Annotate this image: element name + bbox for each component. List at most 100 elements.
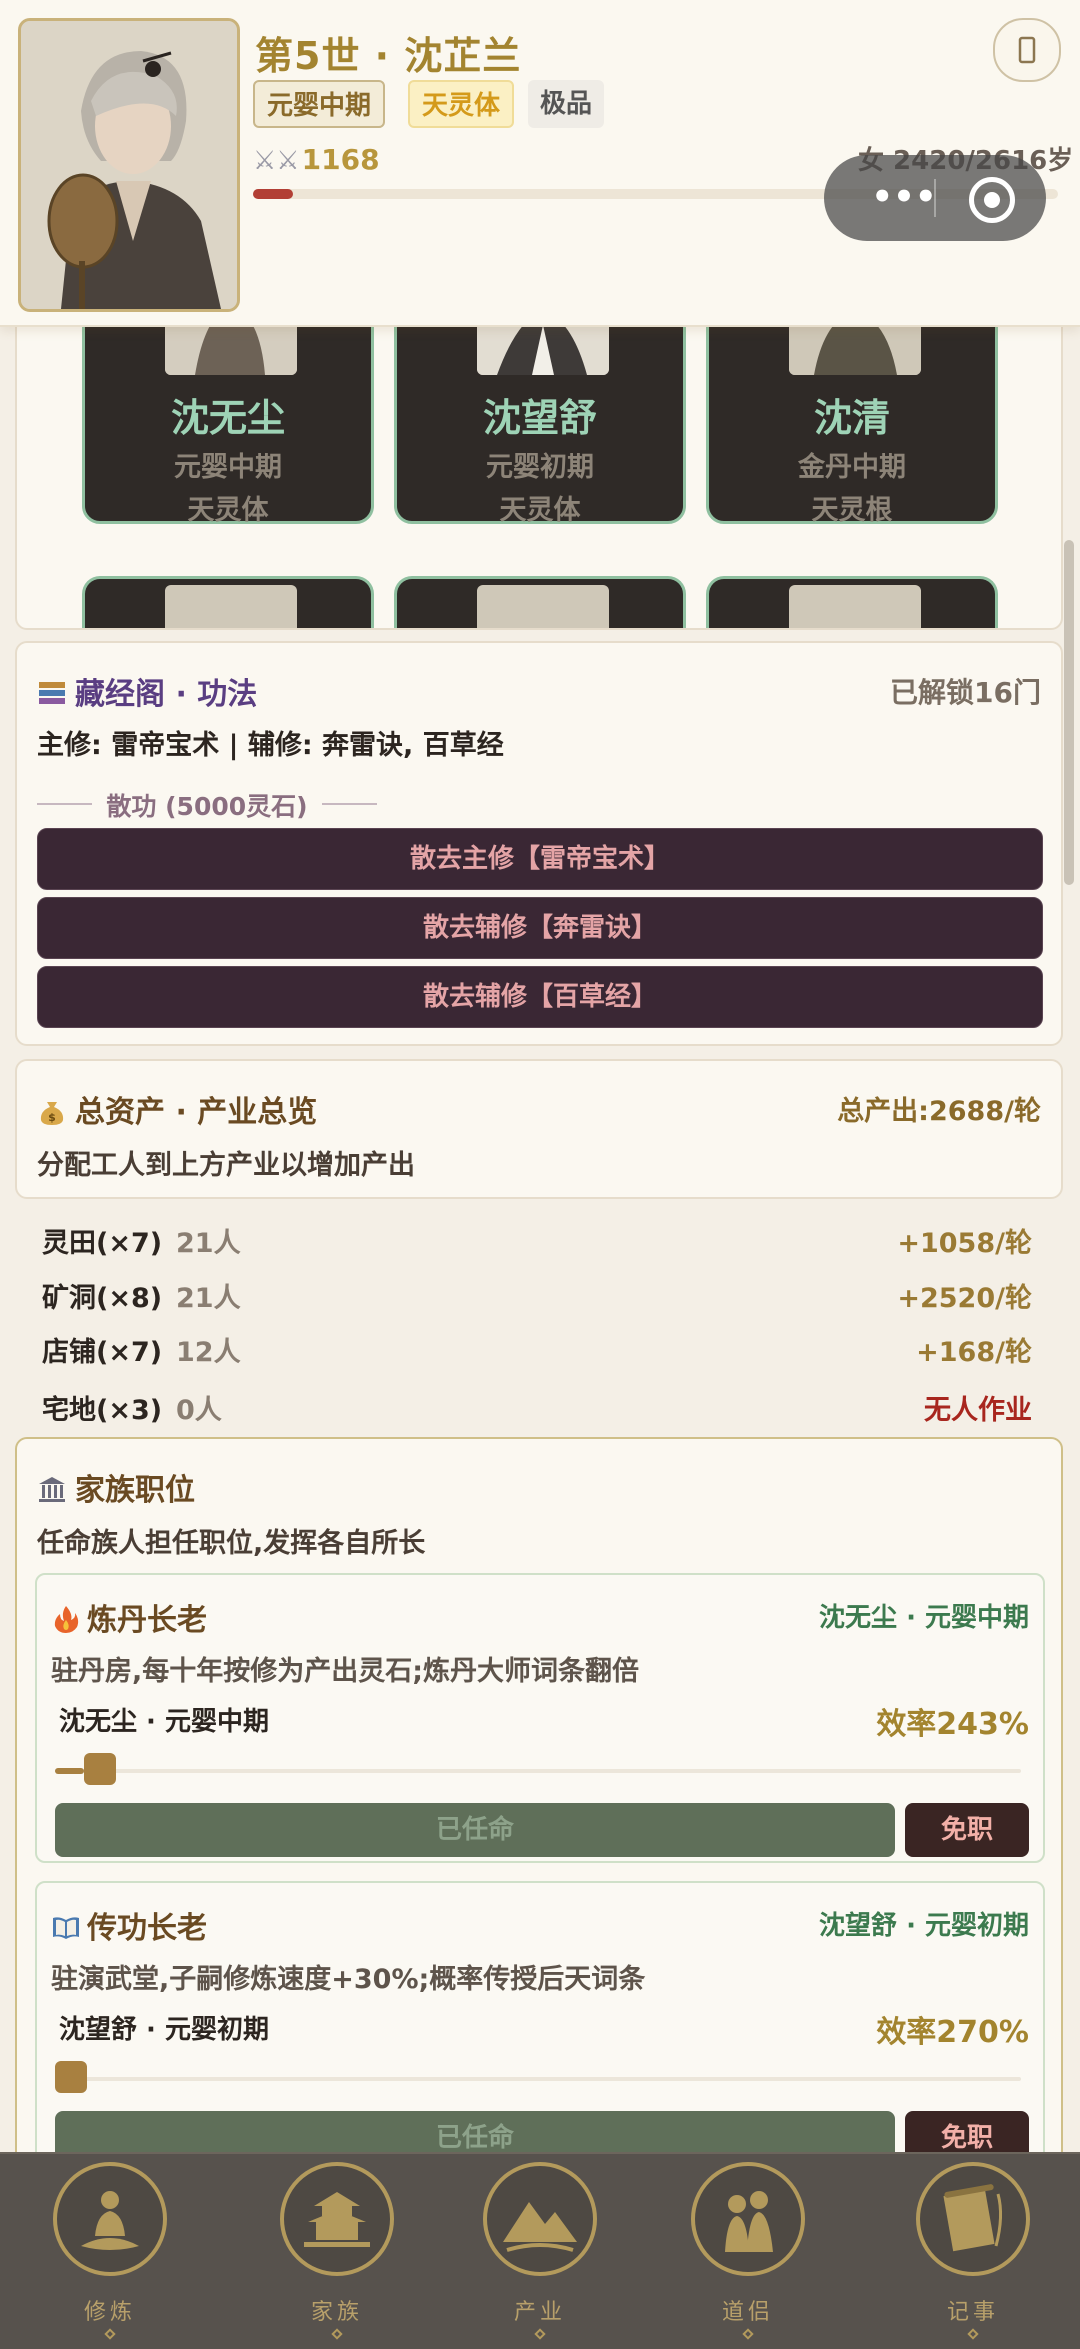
library-title-text: 藏经阁 · 功法 bbox=[75, 677, 258, 712]
nav-item-cultivate[interactable]: 修炼 bbox=[45, 2158, 175, 2348]
books-icon bbox=[39, 682, 65, 704]
slider-thumb[interactable] bbox=[55, 2061, 87, 2093]
member-portrait bbox=[165, 585, 297, 628]
nav-diamond-marker bbox=[534, 2328, 546, 2340]
fire-icon bbox=[54, 1606, 79, 1633]
candidate-select[interactable]: 沈无尘 · 元婴中期 bbox=[59, 1701, 269, 1738]
industry-row[interactable]: 矿洞(×8) 21人 +2520/轮 bbox=[42, 1268, 1042, 1318]
candidate-select[interactable]: 沈望舒 · 元婴初期 bbox=[59, 2009, 269, 2046]
member-realm: 元婴初期 bbox=[486, 452, 594, 483]
position-title: 传功长老 bbox=[51, 1903, 207, 1947]
nav-label: 记事 bbox=[946, 2300, 999, 2325]
industry-row[interactable]: 宅地(×3) 0人 无人作业 bbox=[42, 1380, 1042, 1430]
position-title: 炼丹长老 bbox=[51, 1595, 207, 1639]
member-body: 天灵根 bbox=[811, 495, 893, 526]
member-body: 天灵体 bbox=[187, 495, 269, 526]
combat-power: ⚔⚔1168 bbox=[253, 143, 380, 176]
nav-item-companion[interactable]: 道侣 bbox=[683, 2158, 813, 2348]
bottom-navigation: 修炼 家族 产业 道侣 记事 bbox=[0, 2152, 1080, 2349]
assets-title: $ 总资产 · 产业总览 bbox=[37, 1087, 317, 1131]
dismiss-button[interactable]: 免职 bbox=[905, 1803, 1029, 1857]
industry-output: +2520/轮 bbox=[897, 1283, 1032, 1314]
member-card[interactable]: 沈望舒 元婴初期 天灵体 bbox=[394, 312, 686, 526]
industry-workers: 0人 bbox=[176, 1395, 222, 1426]
member-card[interactable] bbox=[706, 576, 998, 628]
crossed-swords-icon: ⚔⚔ bbox=[253, 146, 300, 176]
nav-item-family[interactable]: 家族 bbox=[272, 2158, 402, 2348]
more-dots-icon[interactable]: ••• bbox=[854, 177, 954, 217]
family-members-panel: 沈无尘 元婴中期 天灵体 沈望舒 元婴初期 天灵体 沈清 金丹中期 天灵根 bbox=[15, 310, 1063, 630]
nav-diamond-marker bbox=[331, 2328, 343, 2340]
library-unlocked-count: 已解锁16门 bbox=[890, 676, 1041, 709]
candidate-slider[interactable] bbox=[55, 2061, 1021, 2093]
member-card[interactable] bbox=[82, 576, 374, 628]
mountain-icon bbox=[483, 2162, 597, 2276]
target-circle-icon[interactable] bbox=[969, 177, 1015, 223]
industry-row[interactable]: 灵田(×7) 21人 +1058/轮 bbox=[42, 1213, 1042, 1263]
app-page: 第5世 · 沈芷兰 元婴中期 天灵体 极品 ⚔⚔1168 女 2420/2616… bbox=[0, 0, 1080, 2349]
industry-row[interactable]: 店铺(×7) 12人 +168/轮 bbox=[42, 1322, 1042, 1372]
member-name: 沈无尘 bbox=[170, 396, 285, 440]
member-card[interactable]: 沈无尘 元婴中期 天灵体 bbox=[82, 312, 374, 526]
body-tag: 天灵体 bbox=[408, 80, 515, 128]
meditation-icon bbox=[53, 2162, 167, 2276]
couple-icon bbox=[691, 2162, 805, 2276]
dispel-sub1-button[interactable]: 散去辅修【奔雷诀】 bbox=[37, 897, 1043, 959]
industry-output: 无人作业 bbox=[924, 1395, 1032, 1426]
industry-output: +1058/轮 bbox=[897, 1228, 1032, 1259]
position-effect: 驻丹房,每十年按修为产出灵石;炼丹大师词条翻倍 bbox=[51, 1656, 640, 1687]
assets-total-output: 总产出:2688/轮 bbox=[837, 1096, 1041, 1127]
assets-description: 分配工人到上方产业以增加产出 bbox=[37, 1150, 415, 1181]
industry-output: +168/轮 bbox=[916, 1337, 1032, 1368]
generation-title: 第5世 · 沈芷兰 bbox=[255, 34, 522, 78]
slider-track bbox=[55, 1769, 1021, 1773]
position-holder: 沈无尘 · 元婴中期 bbox=[819, 1603, 1029, 1633]
nav-item-industry[interactable]: 产业 bbox=[475, 2158, 605, 2348]
industry-workers: 12人 bbox=[176, 1337, 241, 1368]
position-title-text: 炼丹长老 bbox=[87, 1603, 207, 1638]
dispel-sub2-button[interactable]: 散去辅修【百草经】 bbox=[37, 966, 1043, 1028]
efficiency-value: 效率243% bbox=[876, 1707, 1029, 1742]
slider-thumb[interactable] bbox=[83, 1753, 116, 1785]
efficiency-value: 效率270% bbox=[876, 2015, 1029, 2050]
page-scrollbar[interactable] bbox=[1064, 540, 1074, 885]
slider-fill bbox=[55, 1768, 84, 1774]
header-action-button[interactable] bbox=[993, 18, 1061, 82]
character-portrait[interactable] bbox=[18, 18, 240, 312]
nav-label: 产业 bbox=[513, 2300, 566, 2325]
member-realm: 元婴中期 bbox=[174, 452, 282, 483]
bookmark-icon bbox=[1018, 36, 1036, 64]
position-card: 炼丹长老 沈无尘 · 元婴中期 驻丹房,每十年按修为产出灵石;炼丹大师词条翻倍 … bbox=[35, 1573, 1045, 1863]
nav-label: 修炼 bbox=[83, 2300, 136, 2325]
temple-icon bbox=[39, 1477, 65, 1502]
library-panel: 藏经阁 · 功法 已解锁16门 主修: 雷帝宝术 | 辅修: 奔雷诀, 百草经 … bbox=[15, 641, 1063, 1046]
nav-diamond-marker bbox=[742, 2328, 754, 2340]
nav-item-chronicle[interactable]: 记事 bbox=[908, 2158, 1038, 2348]
dispel-main-button[interactable]: 散去主修【雷帝宝术】 bbox=[37, 828, 1043, 890]
dispel-section-label: 散功 (5000灵石) bbox=[37, 787, 377, 823]
industry-name: 矿洞(×8) bbox=[42, 1283, 163, 1314]
money-bag-icon: $ bbox=[40, 1102, 64, 1125]
member-card[interactable] bbox=[394, 576, 686, 628]
candidate-slider[interactable] bbox=[55, 1753, 1021, 1785]
member-card[interactable]: 沈清 金丹中期 天灵根 bbox=[706, 312, 998, 526]
slider-track bbox=[55, 2077, 1021, 2081]
realm-tag: 元婴中期 bbox=[253, 80, 386, 128]
grade-tag: 极品 bbox=[528, 80, 605, 128]
family-positions-panel: 家族职位 任命族人担任职位,发挥各自所长 炼丹长老 沈无尘 · 元婴中期 驻丹房… bbox=[15, 1437, 1063, 2197]
capsule-divider bbox=[934, 179, 936, 217]
position-holder: 沈望舒 · 元婴初期 bbox=[819, 1911, 1029, 1941]
appointed-button[interactable]: 已任命 bbox=[55, 1803, 895, 1857]
positions-title: 家族职位 bbox=[37, 1465, 195, 1509]
member-portrait bbox=[477, 585, 609, 628]
nav-diamond-marker bbox=[104, 2328, 116, 2340]
combat-power-value: 1168 bbox=[301, 143, 380, 176]
positions-title-text: 家族职位 bbox=[75, 1473, 195, 1508]
scroll-icon bbox=[916, 2162, 1030, 2276]
industry-workers: 21人 bbox=[176, 1228, 241, 1259]
positions-description: 任命族人担任职位,发挥各自所长 bbox=[37, 1528, 426, 1559]
lifespan-bar-fill bbox=[253, 189, 294, 199]
book-icon bbox=[53, 1917, 79, 1939]
position-effect: 驻演武堂,子嗣修炼速度+30%;概率传授后天词条 bbox=[51, 1964, 646, 1995]
library-techniques: 主修: 雷帝宝术 | 辅修: 奔雷诀, 百草经 bbox=[37, 730, 504, 761]
